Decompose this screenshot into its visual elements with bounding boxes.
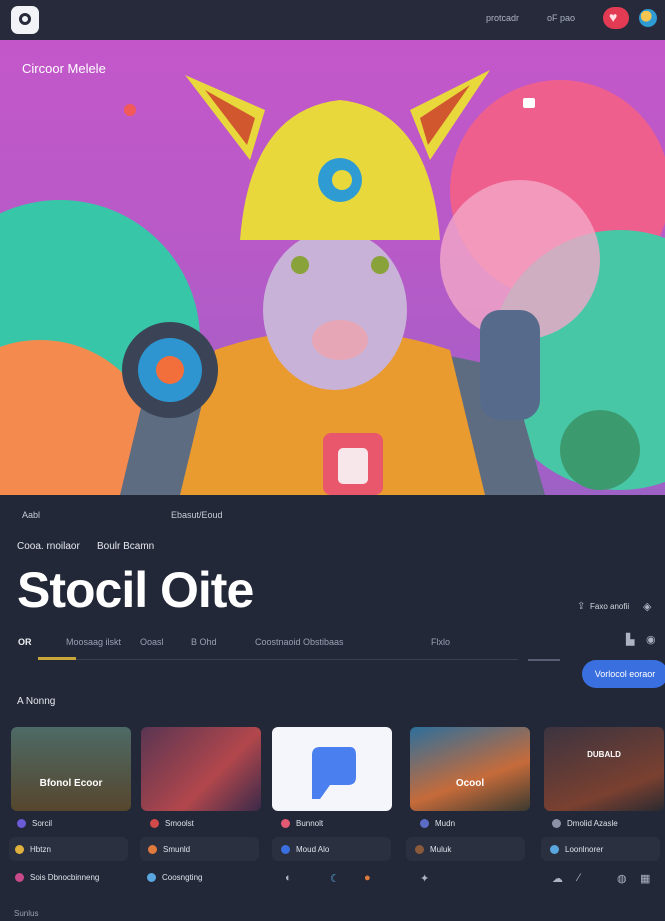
section-title: A Nonng	[17, 696, 56, 707]
card-sub: Muluk	[430, 845, 452, 854]
subtitle-left: Cooa. rnoilaor	[17, 541, 80, 552]
tab-4[interactable]: B Ohd	[191, 637, 217, 647]
channel-icon	[148, 845, 157, 854]
card-4[interactable]: Ocool	[410, 727, 530, 811]
tab-divider-right	[528, 659, 560, 661]
card-name: Bunnolt	[296, 819, 324, 828]
channel-icon	[552, 819, 561, 828]
meta-left: Aabl	[22, 510, 41, 520]
bottom-item-label: Sois Dbnocbinneng	[30, 873, 100, 882]
channel-icon	[420, 819, 429, 828]
card-name: Mudn	[435, 819, 456, 828]
gamepad-icon[interactable]: ▙	[626, 633, 634, 646]
list-item[interactable]: Bunnolt	[281, 819, 323, 828]
channel-icon	[15, 845, 24, 854]
more-icon[interactable]: ◈	[643, 600, 651, 613]
chat-icon[interactable]: ◉	[646, 633, 656, 646]
share-icon[interactable]: ⇪	[577, 601, 585, 612]
grid-icon[interactable]: ▦	[640, 872, 650, 885]
channel-icon	[415, 845, 424, 854]
page-title: Stocil Oite	[17, 562, 254, 618]
logo-glyph-icon	[19, 13, 31, 25]
app-logo-icon	[312, 747, 356, 799]
footer-label: Sunlus	[14, 909, 39, 918]
tab-6[interactable]: Flxlo	[431, 637, 450, 647]
list-item[interactable]: Muluk	[415, 845, 451, 854]
app-logo[interactable]	[11, 6, 39, 34]
channel-icon	[550, 845, 559, 854]
channel-icon	[281, 819, 290, 828]
list-item[interactable]: Hbtzn	[15, 845, 51, 854]
card-sub: Moud Alo	[296, 845, 330, 854]
list-item[interactable]: Coosngting	[147, 873, 202, 882]
bell-icon[interactable]: ◍	[617, 872, 627, 885]
right-meta-label: Faxo anofii	[590, 602, 630, 611]
list-item[interactable]: Sorcil	[17, 819, 52, 828]
controller-icon[interactable]: ◐	[285, 872, 292, 884]
card-name: Sorcil	[32, 819, 53, 828]
tab-2[interactable]: Moosaag ilskt	[66, 637, 121, 647]
list-item[interactable]: Smunld	[148, 845, 190, 854]
card-caption: Bfonol Ecoor	[39, 778, 103, 789]
list-item[interactable]: Smoolst	[150, 819, 194, 828]
hero-title: Circoor Melele	[22, 61, 106, 76]
channel-icon	[147, 873, 156, 882]
moon-icon[interactable]: ☾	[330, 872, 340, 885]
channel-icon	[150, 819, 159, 828]
bottom-item-label: Coosngting	[162, 873, 203, 882]
list-item[interactable]: Sois Dbnocbinneng	[15, 873, 99, 882]
active-tab-indicator	[38, 657, 76, 660]
top-link-1[interactable]: protcadr	[486, 13, 519, 23]
subtitle-right: Boulr Bcamn	[97, 541, 155, 552]
card-caption: DUBALD	[587, 750, 621, 759]
card-1[interactable]: Bfonol Ecoor	[11, 727, 131, 811]
channel-icon	[281, 845, 290, 854]
star-icon[interactable]: ✦	[420, 872, 429, 885]
hero-banner: Circoor Melele	[0, 40, 665, 495]
card-name: Dmolid Azasle	[567, 819, 618, 828]
card-sub: Hbtzn	[30, 845, 51, 854]
meta-center: Ebasut/Eoud	[171, 510, 223, 520]
card-3[interactable]	[272, 727, 392, 811]
favorites-button[interactable]: ♥	[603, 7, 629, 29]
tab-3[interactable]: Ooasl	[140, 637, 164, 647]
channel-icon	[15, 873, 24, 882]
top-bar: protcadr oF pao ♥	[0, 0, 665, 40]
follow-button[interactable]: Vorlocol eoraor	[582, 660, 665, 688]
list-item[interactable]: Mudn	[420, 819, 455, 828]
card-2[interactable]	[141, 727, 261, 811]
tab-1[interactable]: OR	[18, 637, 32, 647]
top-link-2[interactable]: oF pao	[547, 13, 575, 23]
cloud-icon[interactable]: ☁	[552, 872, 563, 885]
list-item[interactable]: Moud Alo	[281, 845, 329, 854]
avatar[interactable]	[639, 9, 657, 27]
list-item[interactable]: Dmolid Azasle	[552, 819, 618, 828]
card-name: Smoolst	[165, 819, 194, 828]
tab-5[interactable]: Coostnaoid Obstibaas	[255, 637, 344, 647]
list-item[interactable]: Loonlnorer	[550, 845, 603, 854]
circle-icon[interactable]: ●	[364, 872, 371, 884]
card-5[interactable]: DUBALD	[544, 727, 664, 811]
hero-illustration	[0, 70, 665, 495]
heart-icon: ♥	[609, 9, 618, 25]
card-sub: Smunld	[163, 845, 191, 854]
slash-icon[interactable]: ∕	[578, 872, 580, 884]
card-sub: Loonlnorer	[565, 845, 604, 854]
card-caption: Ocool	[455, 778, 485, 789]
channel-icon	[17, 819, 26, 828]
tab-divider	[38, 659, 518, 660]
